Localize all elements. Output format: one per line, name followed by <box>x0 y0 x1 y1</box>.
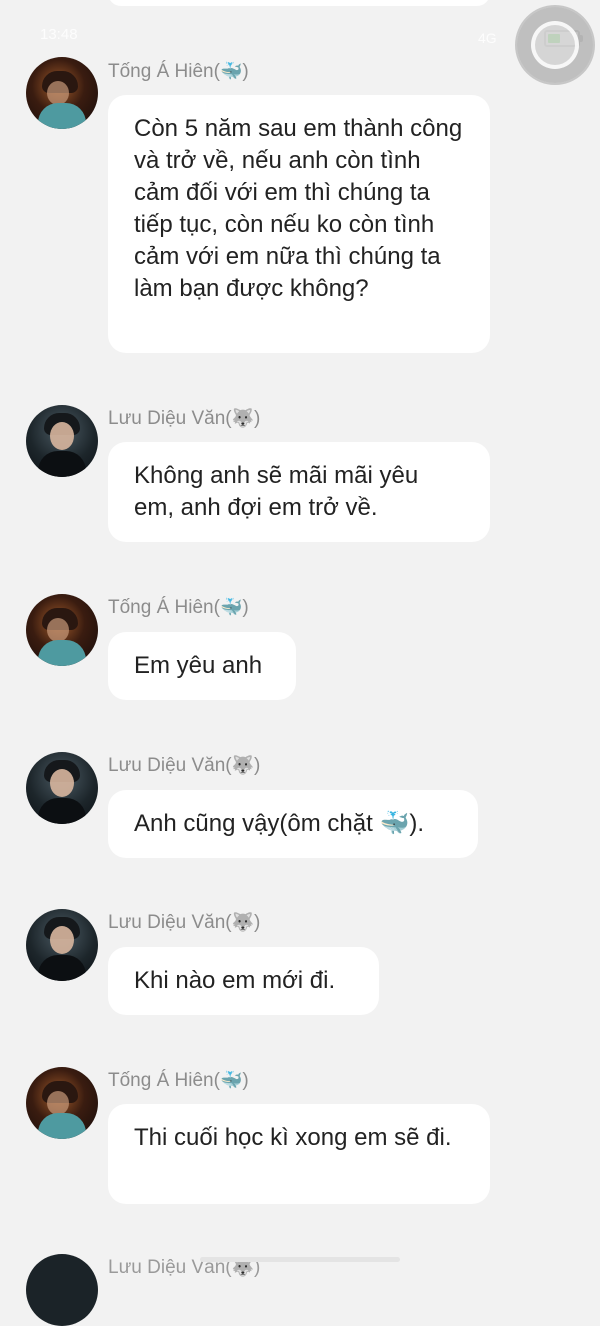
status-network: 4G <box>478 30 497 46</box>
sender-name: Tống Á Hiên(🐳) <box>108 597 249 618</box>
message-bubble[interactable]: Anh cũng vậy(ôm chặt 🐳). <box>108 790 478 858</box>
status-time: 13:48 <box>40 26 78 43</box>
whale-emoji-icon: 🐳 <box>219 61 243 81</box>
message-bubble[interactable]: Không anh sẽ mãi mãi yêu em, anh đợi em … <box>108 442 490 542</box>
message-bubble[interactable]: Khi nào em mới đi. <box>108 947 379 1015</box>
home-indicator[interactable] <box>200 1257 400 1262</box>
message-bubble[interactable]: Còn 5 năm sau em thành công và trở về, n… <box>108 95 490 353</box>
wolf-emoji-icon: 🐺 <box>231 408 255 428</box>
avatar[interactable] <box>26 752 98 824</box>
whale-emoji-icon: 🐳 <box>219 1070 243 1090</box>
sender-name: Lưu Diệu Văn(🐺) <box>108 755 261 776</box>
sender-name-text: Tống Á Hiên <box>108 1070 214 1091</box>
sender-name-text: Lưu Diệu Văn <box>108 755 226 776</box>
sender-name: Tống Á Hiên(🐳) <box>108 61 249 82</box>
sender-name-text: Tống Á Hiên <box>108 61 214 82</box>
floating-assistive-button[interactable] <box>517 7 593 83</box>
wolf-emoji-icon: 🐺 <box>231 755 255 775</box>
avatar[interactable] <box>26 594 98 666</box>
message-bubble[interactable]: Thi cuối học kì xong em sẽ đi. <box>108 1104 490 1204</box>
sender-name: Lưu Diệu Văn(🐺) <box>108 408 261 429</box>
sender-name-text: Tống Á Hiên <box>108 597 214 618</box>
sender-name-text: Lưu Diệu Văn <box>108 408 226 429</box>
sender-name-text: Lưu Diệu Văn <box>108 912 226 933</box>
avatar[interactable] <box>26 909 98 981</box>
avatar[interactable] <box>26 1067 98 1139</box>
wolf-emoji-icon: 🐺 <box>231 912 255 932</box>
whale-emoji-icon: 🐳 <box>219 597 243 617</box>
sender-name: Tống Á Hiên(🐳) <box>108 1070 249 1091</box>
avatar[interactable] <box>26 57 98 129</box>
avatar[interactable] <box>26 405 98 477</box>
previous-message-bubble <box>108 0 490 6</box>
assistive-touch-icon <box>531 21 579 69</box>
sender-name: Lưu Diệu Văn(🐺) <box>108 912 261 933</box>
avatar[interactable] <box>26 1254 98 1326</box>
message-bubble[interactable]: Em yêu anh <box>108 632 296 700</box>
